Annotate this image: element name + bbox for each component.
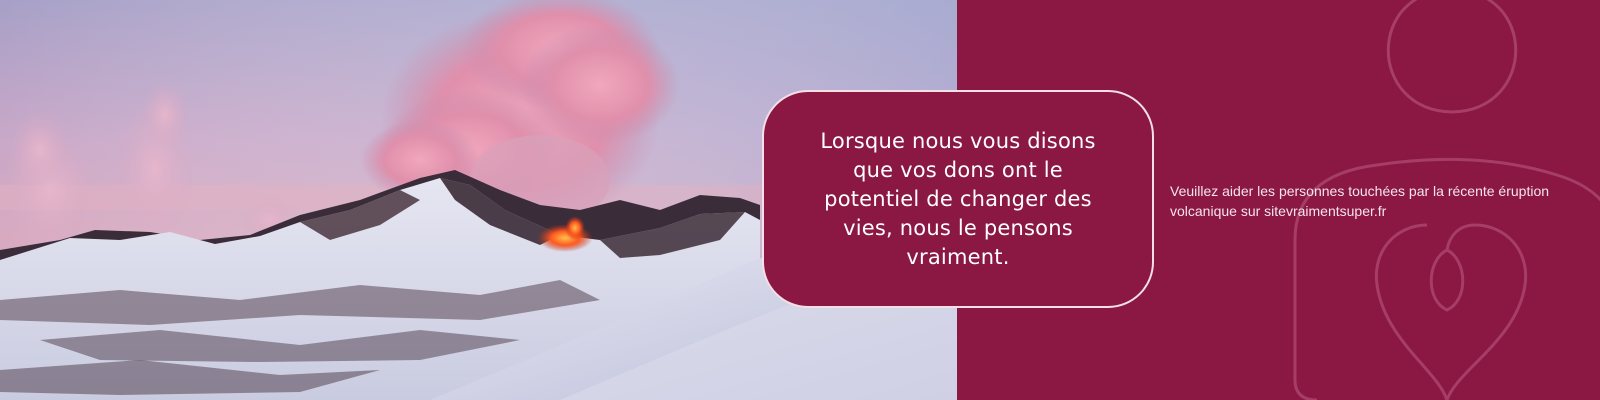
volcano-donation-banner: Lorsque nous vous disons que vos dons on… (0, 0, 1600, 400)
quote-text: Lorsque nous vous disons que vos dons on… (820, 128, 1096, 269)
help-text: Veuillez aider les personnes touchées pa… (1170, 183, 1550, 219)
quote-card: Lorsque nous vous disons que vos dons on… (762, 90, 1154, 308)
